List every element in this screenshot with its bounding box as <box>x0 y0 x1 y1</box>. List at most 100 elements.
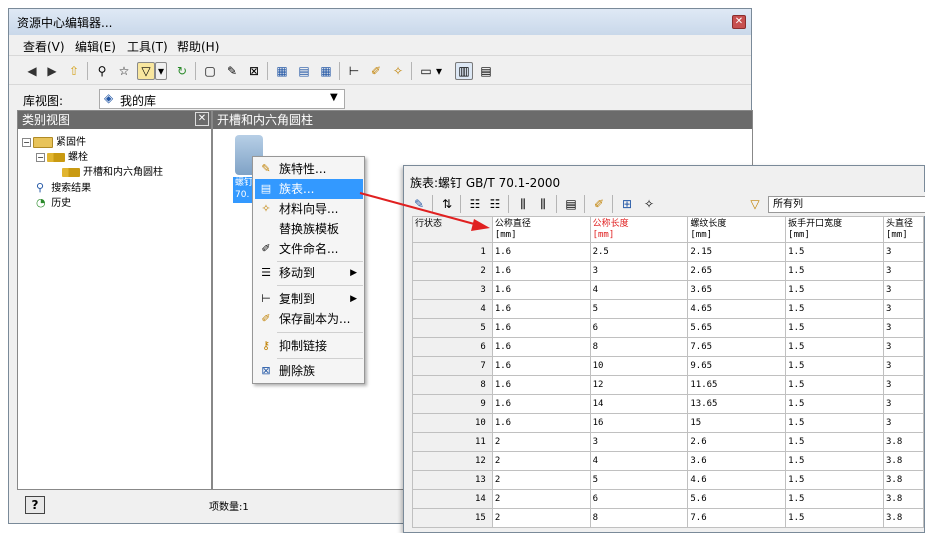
table-cell[interactable]: 1.5 <box>785 413 884 433</box>
table-cell[interactable]: 13.65 <box>687 394 787 414</box>
help-button[interactable]: ? <box>25 496 45 514</box>
family-table-toolbar-icon[interactable]: ▤ <box>295 62 313 80</box>
table-cell[interactable]: 3 <box>883 413 924 433</box>
table-row[interactable]: 12 2 4 3.6 1.5 3.8 <box>412 451 924 471</box>
delete-row-icon[interactable]: ☷ <box>486 195 504 213</box>
menu-item-replace-template[interactable]: 替换族模板 <box>255 219 363 239</box>
menu-item-move-to[interactable]: ☰ 移动到 ▶ <box>255 263 363 283</box>
row-number-cell[interactable]: 2 <box>412 261 493 281</box>
up-folder-icon[interactable]: ⇧ <box>65 62 83 80</box>
tree-item-socket-head[interactable]: 开槽和内六角圆柱 <box>62 163 163 178</box>
table-row[interactable]: 3 1.6 4 3.65 1.5 3 <box>412 280 924 300</box>
list-view-icon[interactable]: ▤ <box>477 62 495 80</box>
search-icon[interactable]: ⚲ <box>93 62 111 80</box>
table-cell[interactable]: 1.5 <box>785 508 884 528</box>
filter-icon[interactable]: ▽ <box>746 195 764 213</box>
edit-table-icon[interactable]: ✎ <box>410 195 428 213</box>
table-cell[interactable]: 8 <box>589 337 689 357</box>
wizard-icon[interactable]: ✧ <box>389 62 407 80</box>
filter-dropdown-icon[interactable]: ▾ <box>155 62 167 80</box>
menu-item-material-wizard[interactable]: ✧ 材料向导... <box>255 199 363 219</box>
column-header-wrench-width[interactable]: 扳手开口宽度 [mm] <box>785 216 884 243</box>
table-cell[interactable]: 2 <box>491 470 591 490</box>
tree-item-history[interactable]: ◔ 历史 <box>36 194 71 209</box>
menu-item-delete-family[interactable]: ⊠ 删除族 <box>255 361 363 381</box>
column-header-thread-length[interactable]: 螺纹长度 [mm] <box>687 216 787 243</box>
table-cell[interactable]: 14 <box>589 394 689 414</box>
table-cell[interactable]: 4 <box>589 280 689 300</box>
menu-item-suppress-link[interactable]: ⚷ 抑制链接 <box>255 336 363 356</box>
row-number-cell[interactable]: 1 <box>412 242 493 262</box>
table-cell[interactable]: 4 <box>589 451 689 471</box>
table-cell[interactable]: 3 <box>883 242 924 262</box>
table-cell[interactable]: 1.5 <box>785 299 884 319</box>
table-cell[interactable]: 2 <box>491 432 591 452</box>
menu-item-family-properties[interactable]: ✎ 族特性... <box>255 159 363 179</box>
menu-item-copy-to[interactable]: ⊢ 复制到 ▶ <box>255 289 363 309</box>
row-number-cell[interactable]: 12 <box>412 451 493 471</box>
table-cell[interactable]: 1.5 <box>785 337 884 357</box>
table-cell[interactable]: 1.5 <box>785 261 884 281</box>
menu-view[interactable]: 查看(V) <box>23 38 65 55</box>
column-header-nominal-length[interactable]: 公称长度 [mm] <box>589 216 689 243</box>
forward-icon[interactable]: ▶ <box>43 62 61 80</box>
table-row[interactable]: 2 1.6 3 2.65 1.5 3 <box>412 261 924 281</box>
table-cell[interactable]: 1.6 <box>491 337 591 357</box>
key-column-icon[interactable]: ⊞ <box>618 195 636 213</box>
table-cell[interactable]: 3.8 <box>883 470 924 490</box>
column-header-head-diameter[interactable]: 头直径 [mm] <box>883 216 924 243</box>
table-cell[interactable]: 3 <box>883 299 924 319</box>
table-cell[interactable]: 3 <box>883 394 924 414</box>
table-cell[interactable]: 2.15 <box>687 242 787 262</box>
table-cell[interactable]: 5 <box>589 299 689 319</box>
table-cell[interactable]: 3 <box>883 375 924 395</box>
close-button[interactable]: ✕ <box>732 15 746 29</box>
menu-edit[interactable]: 编辑(E) <box>75 38 116 55</box>
table-row[interactable]: 5 1.6 6 5.65 1.5 3 <box>412 318 924 338</box>
table-cell[interactable]: 5.65 <box>687 318 787 338</box>
table-cell[interactable]: 1.5 <box>785 451 884 471</box>
table-cell[interactable]: 3 <box>883 261 924 281</box>
tree-item-fasteners[interactable]: − 紧固件 <box>22 133 86 148</box>
table-cell[interactable]: 11.65 <box>687 375 787 395</box>
table-cell[interactable]: 3 <box>589 261 689 281</box>
table-cell[interactable]: 1.6 <box>491 318 591 338</box>
table-cell[interactable]: 1.5 <box>785 489 884 509</box>
table-cell[interactable]: 3 <box>883 318 924 338</box>
row-number-cell[interactable]: 6 <box>412 337 493 357</box>
table-cell[interactable]: 1.5 <box>785 375 884 395</box>
table-cell[interactable]: 1.5 <box>785 394 884 414</box>
table-cell[interactable]: 2 <box>491 508 591 528</box>
table-cell[interactable]: 3.6 <box>687 451 787 471</box>
hierarchy-icon[interactable]: ⊢ <box>345 62 363 80</box>
row-number-cell[interactable]: 11 <box>412 432 493 452</box>
table-cell[interactable]: 2.65 <box>687 261 787 281</box>
table-row[interactable]: 13 2 5 4.6 1.5 3.8 <box>412 470 924 490</box>
table-cell[interactable]: 7.65 <box>687 337 787 357</box>
row-number-cell[interactable]: 3 <box>412 280 493 300</box>
table-cell[interactable]: 1.5 <box>785 356 884 376</box>
table-cell[interactable]: 10 <box>589 356 689 376</box>
table-cell[interactable]: 6 <box>589 318 689 338</box>
menu-item-save-copy[interactable]: ✐ 保存副本为... <box>255 309 363 329</box>
table-cell[interactable]: 5.6 <box>687 489 787 509</box>
insert-row-icon[interactable]: ☷ <box>466 195 484 213</box>
table-cell[interactable]: 1.6 <box>491 280 591 300</box>
wizard-icon[interactable]: ✧ <box>640 195 658 213</box>
table-row[interactable]: 7 1.6 10 9.65 1.5 3 <box>412 356 924 376</box>
view-dropdown-icon[interactable]: ▾ <box>433 62 445 80</box>
table-cell[interactable]: 2 <box>491 451 591 471</box>
delete-column-icon[interactable]: ⫼ <box>534 195 552 213</box>
row-number-cell[interactable]: 5 <box>412 318 493 338</box>
save-copy-toolbar-icon[interactable]: ✐ <box>367 62 385 80</box>
table-cell[interactable]: 1.6 <box>491 242 591 262</box>
table-row[interactable]: 1 1.6 2.5 2.15 1.5 3 <box>412 242 924 262</box>
menu-tools[interactable]: 工具(T) <box>127 38 168 55</box>
menu-item-file-naming[interactable]: ✐ 文件命名... <box>255 239 363 259</box>
row-number-cell[interactable]: 7 <box>412 356 493 376</box>
table-cell[interactable]: 1.5 <box>785 318 884 338</box>
save-icon[interactable]: ✐ <box>590 195 608 213</box>
table-row[interactable]: 14 2 6 5.6 1.5 3.8 <box>412 489 924 509</box>
row-number-cell[interactable]: 15 <box>412 508 493 528</box>
column-header-nominal-diameter[interactable]: 公称直径 [mm] <box>491 216 591 243</box>
